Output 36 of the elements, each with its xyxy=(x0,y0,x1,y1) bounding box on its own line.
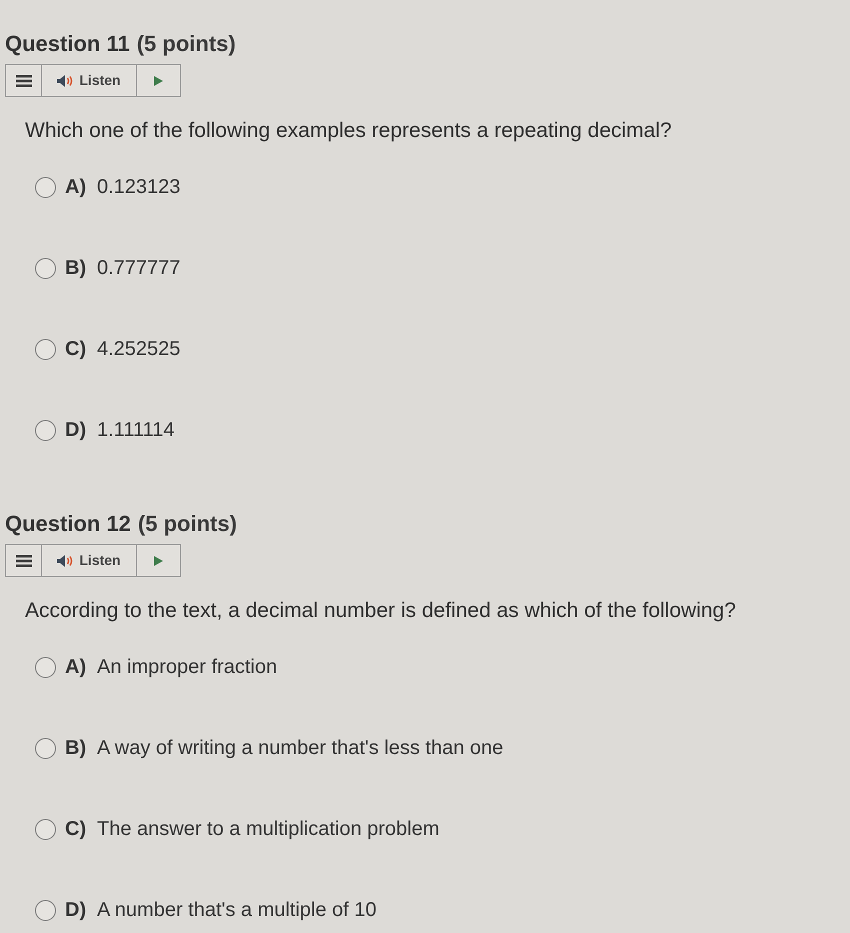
radio-button[interactable] xyxy=(35,176,56,198)
menu-icon xyxy=(16,554,32,566)
question-prompt: Which one of the following examples represents a repeating decimal? xyxy=(25,118,673,144)
radio-button[interactable] xyxy=(35,900,56,920)
radio-button[interactable] xyxy=(35,738,56,758)
option-letter: D) xyxy=(65,898,88,923)
option-letter: B) xyxy=(65,256,88,281)
question-title: Question 11 xyxy=(5,30,130,58)
option-letter: D) xyxy=(65,418,88,443)
radio-button[interactable] xyxy=(35,338,56,360)
play-icon xyxy=(154,556,163,566)
question-prompt: According to the text, a decimal number is defined as which of the following? xyxy=(25,598,737,624)
question-points: (5 points) xyxy=(138,510,237,538)
option-text: An improper fraction xyxy=(97,655,278,680)
option-text: A way of writing a number that's less than one xyxy=(97,736,504,761)
question-title: Question 12 xyxy=(5,510,131,538)
menu-icon xyxy=(16,74,32,86)
question-points: (5 points) xyxy=(136,30,236,58)
option-text: 0.777777 xyxy=(97,256,180,281)
speaker-icon xyxy=(57,74,74,86)
option-text: 1.111114 xyxy=(97,418,174,443)
radio-button[interactable] xyxy=(35,656,56,678)
option-text: A number that's a multiple of 10 xyxy=(97,898,377,923)
option-text: 0.123123 xyxy=(97,175,180,200)
option-text: 4.252525 xyxy=(97,337,180,362)
option-letter: A) xyxy=(65,655,88,680)
play-icon xyxy=(154,76,163,86)
radio-button[interactable] xyxy=(35,818,56,840)
option-letter: C) xyxy=(65,337,88,362)
option-text: The answer to a multiplication problem xyxy=(97,817,440,842)
radio-button[interactable] xyxy=(35,420,56,440)
option-letter: C) xyxy=(65,817,88,842)
option-letter: B) xyxy=(65,736,88,761)
radio-button[interactable] xyxy=(35,258,56,278)
option-letter: A) xyxy=(65,175,88,200)
speaker-icon xyxy=(57,554,74,566)
